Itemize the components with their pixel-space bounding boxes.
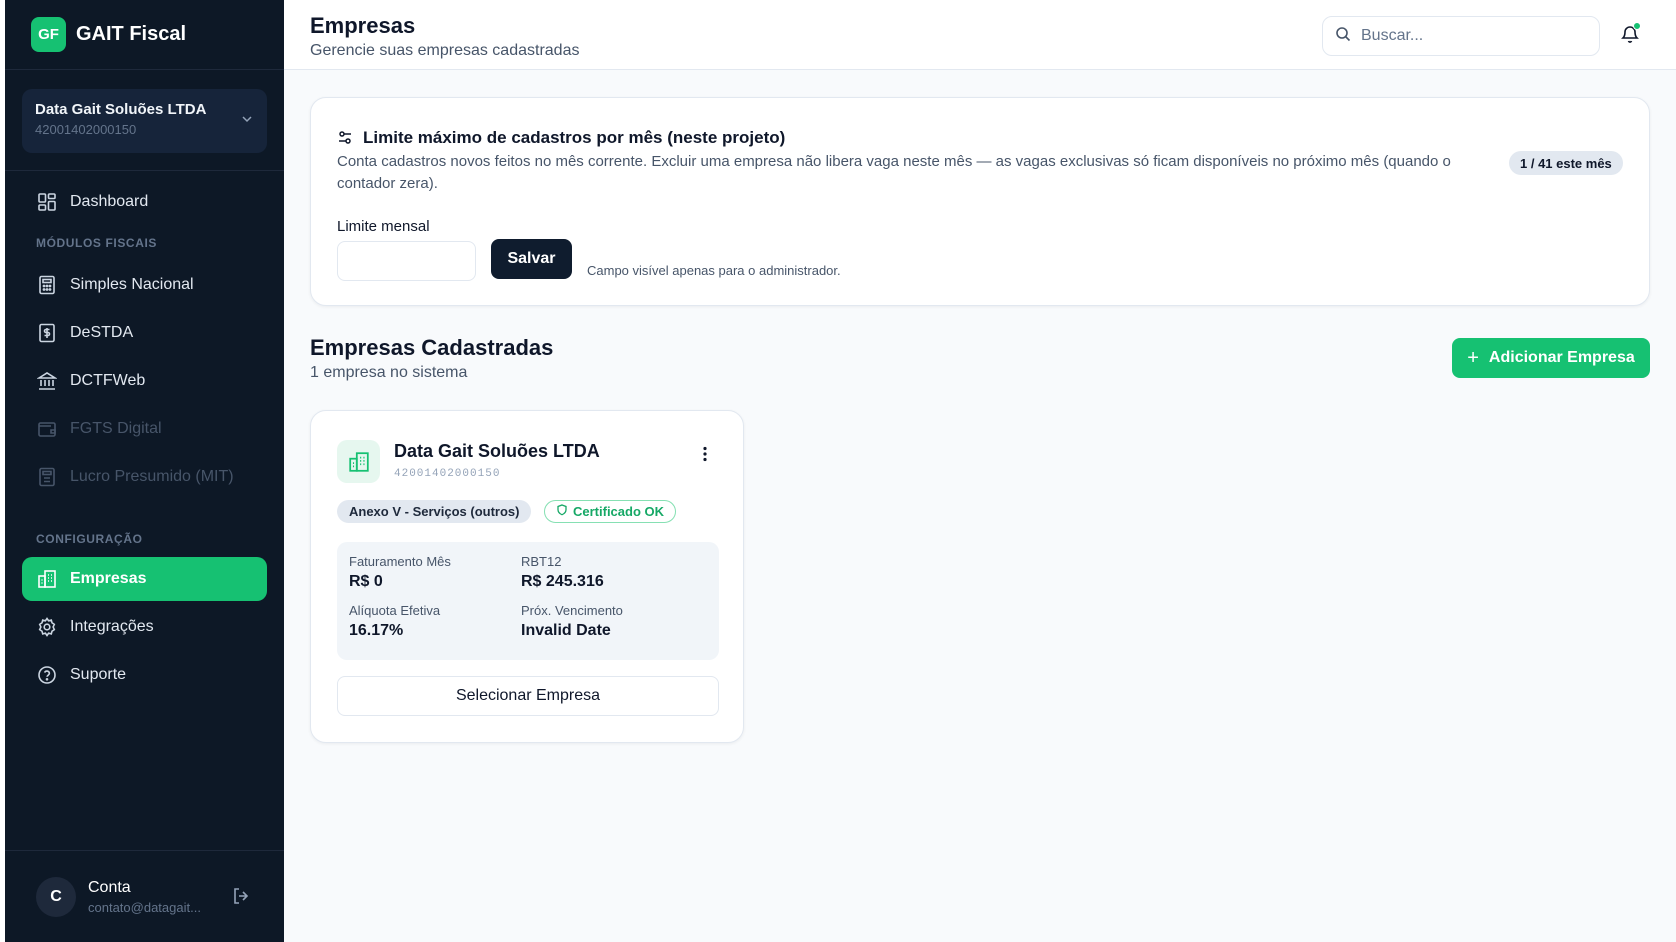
chevron-down-icon [241,112,253,130]
notification-bell[interactable] [1620,22,1642,48]
top-header: Empresas Gerencie suas empresas cadastra… [284,0,1676,70]
company-selector-cnpj: 42001402000150 [35,122,137,137]
stat-label: Próx. Vencimento [521,603,623,618]
calculator-icon [36,466,58,488]
dollar-receipt-icon [36,322,58,344]
admin-hint: Campo visível apenas para o administrado… [587,263,841,278]
limit-card-description: Conta cadastros novos feitos no mês corr… [337,153,1451,192]
sidebar-item-label: Lucro Presumido (MIT) [70,468,234,485]
stat-value: Invalid Date [521,622,611,639]
sidebar-item-suporte[interactable]: Suporte [22,653,267,697]
main-content: Limite máximo de cadastros por mês (nest… [284,70,1676,942]
nav-section-fiscal: MÓDULOS FISCAIS [36,236,158,250]
usage-badge: 1 / 41 este mês [1509,151,1623,175]
page-subtitle: Gerencie suas empresas cadastradas [310,42,580,59]
sidebar-footer-divider [5,850,284,851]
limit-card-title: Limite máximo de cadastros por mês (nest… [363,128,786,147]
stat-rbt12: RBT12 R$ 245.316 [521,554,604,591]
stat-value: R$ 0 [349,573,383,590]
sidebar-item-destda[interactable]: DeSTDA [22,311,267,355]
add-company-button[interactable]: + Adicionar Empresa [1452,338,1650,378]
sliders-icon [337,130,353,146]
tax-annex-badge: Anexo V - Serviços (outros) [337,500,532,523]
limit-card-title-row: Limite máximo de cadastros por mês (nest… [337,128,785,148]
section-title: Empresas Cadastradas [310,335,554,360]
gear-icon [36,616,58,638]
sidebar-item-empresas[interactable]: Empresas [22,557,267,601]
notification-dot [1633,22,1641,30]
search-icon [1335,26,1351,47]
stat-vencimento: Próx. Vencimento Invalid Date [521,603,623,640]
page-title: Empresas [310,13,416,38]
sidebar-item-dctfweb[interactable]: DCTFWeb [22,359,267,403]
monthly-limit-label: Limite mensal [337,218,430,235]
sidebar-item-lucro-presumido: Lucro Presumido (MIT) [22,455,267,499]
more-vertical-icon[interactable] [695,444,715,464]
sidebar-item-label: Empresas [70,570,147,587]
company-stats: Faturamento Mês R$ 0 RBT12 R$ 245.316 Al… [337,542,719,660]
plus-icon: + [1467,346,1479,369]
brand: GF GAIT Fiscal [5,0,284,70]
search-input[interactable] [1361,27,1581,45]
company-card: Data Gait Soluões LTDA 42001402000150 An… [310,410,744,743]
help-circle-icon [36,664,58,686]
stat-value: R$ 245.316 [521,573,604,590]
sidebar-item-simples-nacional[interactable]: Simples Nacional [22,263,267,307]
certificate-label: Certificado OK [573,504,665,519]
building-icon [337,440,380,483]
sidebar-item-dashboard[interactable]: Dashboard [22,180,267,224]
nav-section-config: CONFIGURAÇÃO [36,532,143,546]
sidebar-item-label: Integrações [70,618,154,635]
sidebar-item-fgts-digital: FGTS Digital [22,407,267,451]
bank-icon [36,370,58,392]
company-cnpj: 42001402000150 [394,468,501,480]
logout-icon[interactable] [232,887,250,910]
company-name: Data Gait Soluões LTDA [394,441,600,461]
monthly-limit-input[interactable] [337,241,476,281]
account-email: contato@datagait... [88,900,201,915]
stat-aliquota: Alíquota Efetiva 16.17% [349,603,440,640]
sidebar-item-label: DCTFWeb [70,372,146,389]
certificate-badge: Certificado OK [544,500,677,523]
sidebar: GF GAIT Fiscal Data Gait Soluões LTDA 42… [5,0,284,942]
limit-card: Limite máximo de cadastros por mês (nest… [310,97,1650,306]
sidebar-item-label: Simples Nacional [70,276,194,293]
wallet-icon [36,418,58,440]
account-name: Conta [88,879,131,896]
stat-label: Alíquota Efetiva [349,603,441,618]
dashboard-icon [36,191,58,213]
sidebar-divider [5,170,284,171]
stat-label: RBT12 [521,554,562,569]
sidebar-item-label: Dashboard [70,193,149,210]
brand-logo: GF [31,17,66,52]
company-selector[interactable]: Data Gait Soluões LTDA 42001402000150 [22,89,267,153]
bell-icon [1620,26,1640,48]
save-button[interactable]: Salvar [491,239,572,279]
account-panel: C Conta contato@datagait... [36,875,256,919]
shield-icon [556,504,573,519]
section-subtitle: 1 empresa no sistema [310,364,468,381]
sidebar-item-integracoes[interactable]: Integrações [22,605,267,649]
add-company-label: Adicionar Empresa [1488,349,1635,366]
sidebar-item-label: DeSTDA [70,324,134,341]
stat-value: 16.17% [349,622,404,639]
calculator-icon [36,274,58,296]
sidebar-item-label: FGTS Digital [70,420,162,437]
stat-faturamento: Faturamento Mês R$ 0 [349,554,451,591]
select-company-button[interactable]: Selecionar Empresa [337,676,719,716]
brand-name: GAIT Fiscal [76,23,187,45]
building-icon [36,568,58,590]
avatar: C [36,877,76,917]
stat-label: Faturamento Mês [349,554,451,569]
sidebar-item-label: Suporte [70,666,127,683]
company-selector-name: Data Gait Soluões LTDA [35,101,207,118]
search-box[interactable] [1322,16,1600,56]
